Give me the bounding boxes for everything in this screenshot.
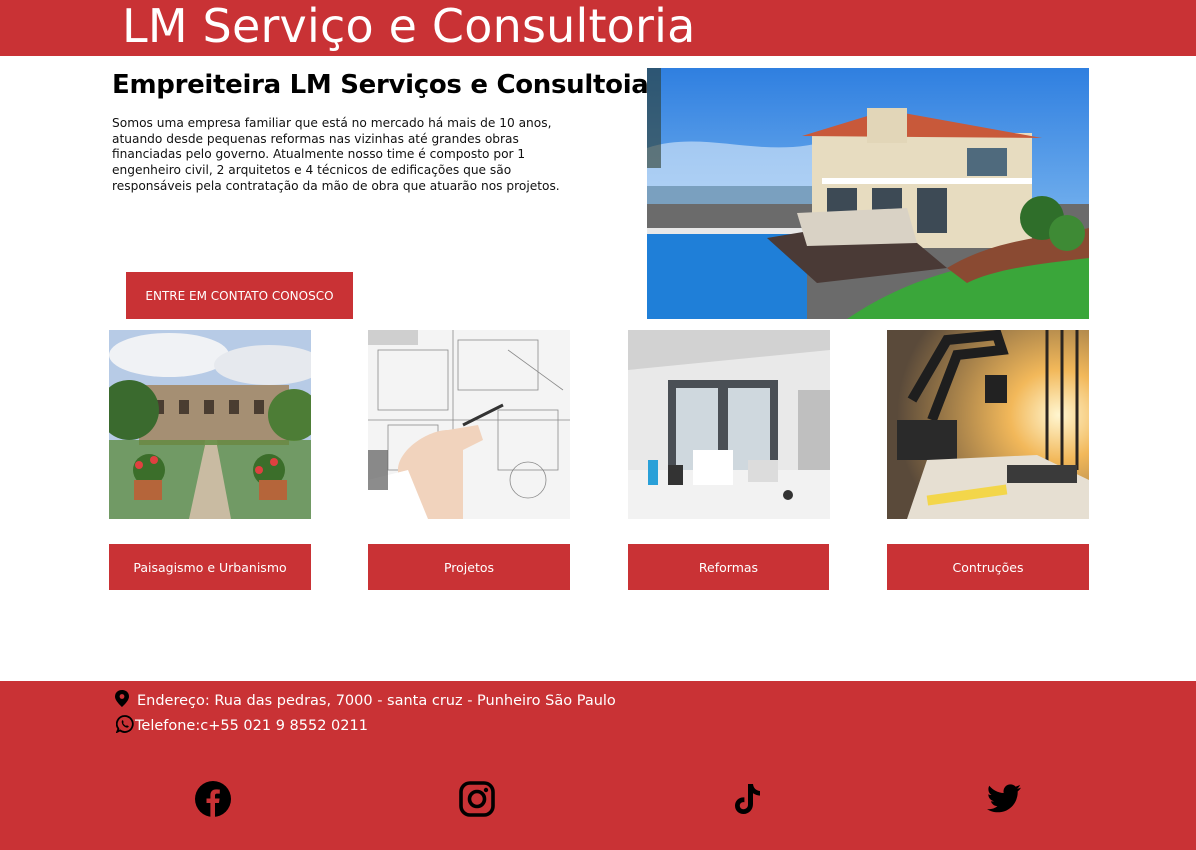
service-image-landscaping <box>109 330 311 519</box>
twitter-icon[interactable] <box>984 779 1024 819</box>
instagram-icon[interactable] <box>457 779 497 819</box>
whatsapp-icon <box>115 715 134 737</box>
service-button-construction[interactable]: Contruções <box>887 544 1089 590</box>
hero-description: Somos uma empresa familiar que está no m… <box>112 116 560 193</box>
service-button-landscaping[interactable]: Paisagismo e Urbanismo <box>109 544 311 590</box>
tiktok-icon[interactable] <box>728 779 768 819</box>
address-text: Endereço: Rua das pedras, 7000 - santa c… <box>137 693 616 709</box>
service-button-projects[interactable]: Projetos <box>368 544 570 590</box>
service-image-construction <box>887 330 1089 519</box>
facebook-icon[interactable] <box>193 779 233 819</box>
footer-address: Endereço: Rua das pedras, 7000 - santa c… <box>114 690 616 712</box>
site-brand[interactable]: LM Serviço e Consultoria <box>122 0 696 56</box>
service-button-renovation[interactable]: Reformas <box>628 544 829 590</box>
footer-phone: Telefone:c+55 021 9 8552 0211 <box>115 715 368 737</box>
top-header: LM Serviço e Consultoria <box>0 0 1196 56</box>
contact-us-button[interactable]: ENTRE EM CONTATO CONOSCO <box>126 272 353 319</box>
service-image-projects <box>368 330 570 519</box>
hero-image-villa <box>647 68 1089 319</box>
location-pin-icon <box>114 690 130 712</box>
service-image-renovation <box>628 330 830 519</box>
hero-title: Empreiteira LM Serviços e Consultoia <box>112 70 649 100</box>
phone-text: Telefone:c+55 021 9 8552 0211 <box>135 718 368 734</box>
